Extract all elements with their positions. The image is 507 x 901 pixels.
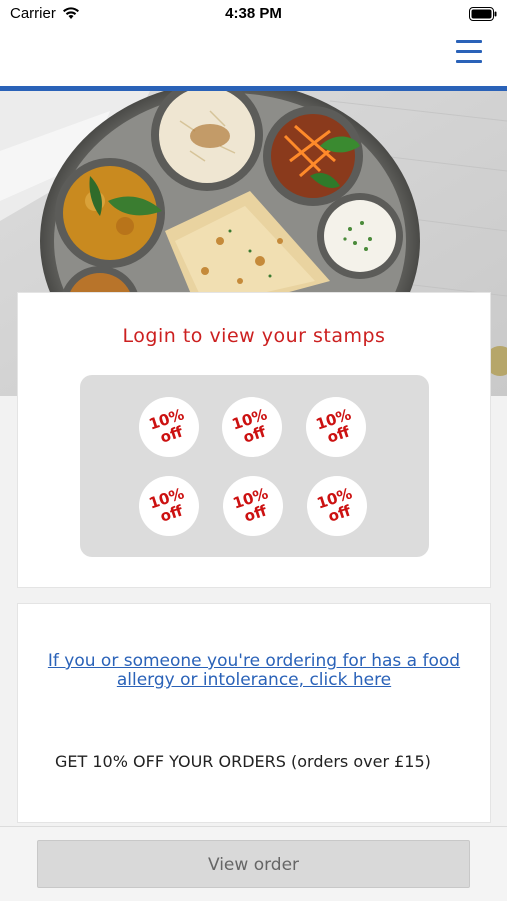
- allergy-info-link[interactable]: If you or someone you're ordering for ha…: [38, 652, 470, 690]
- view-order-button[interactable]: View order: [37, 840, 470, 888]
- stamp-label: 10% off: [146, 484, 187, 526]
- stamp-label: 10% off: [230, 484, 271, 526]
- stamp-label: 10% off: [314, 484, 355, 526]
- stamp-6: 10% off: [307, 476, 367, 536]
- stamp-login-title[interactable]: Login to view your stamps: [18, 325, 490, 347]
- stamp-3: 10% off: [306, 397, 366, 457]
- bottom-bar: View order: [0, 826, 507, 901]
- clock: 4:38 PM: [225, 5, 282, 22]
- status-bar: Carrier 4:38 PM: [0, 0, 507, 30]
- hamburger-menu-icon[interactable]: [456, 40, 482, 64]
- stamp-4: 10% off: [139, 476, 199, 536]
- battery-icon: [469, 7, 497, 21]
- stamp-label: 10% off: [229, 405, 270, 447]
- stamp-grid: 10% off 10% off 10% off 10% off 10% off …: [80, 375, 429, 557]
- stamp-2: 10% off: [222, 397, 282, 457]
- top-nav-bar: [0, 30, 507, 86]
- stamp-5: 10% off: [223, 476, 283, 536]
- info-card: If you or someone you're ordering for ha…: [17, 603, 491, 823]
- stamp-1: 10% off: [139, 397, 199, 457]
- stamp-card: Login to view your stamps 10% off 10% of…: [17, 292, 491, 588]
- offer-text: GET 10% OFF YOUR ORDERS (orders over £15…: [55, 752, 431, 771]
- stamp-label: 10% off: [313, 405, 354, 447]
- stamp-label: 10% off: [146, 405, 187, 447]
